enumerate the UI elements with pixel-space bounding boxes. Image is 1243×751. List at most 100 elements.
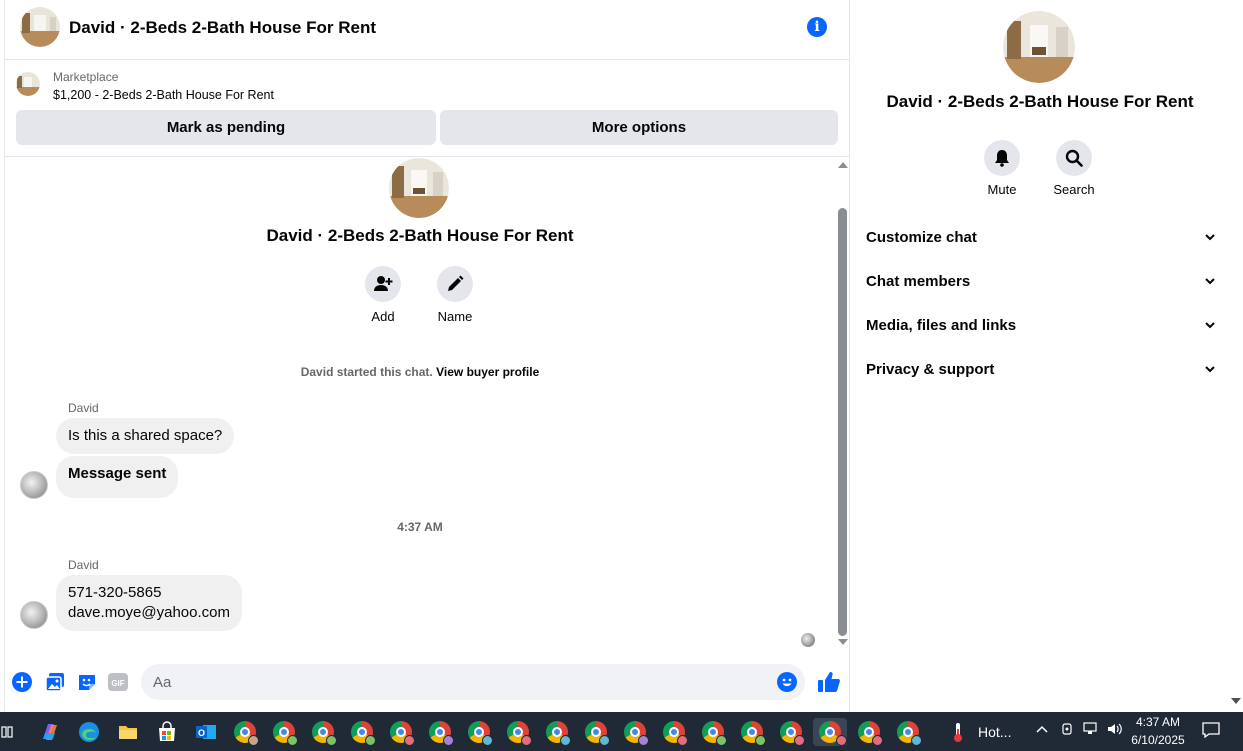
windows-taskbar: O Hot... 4:37 AM 6/10/2025 [0, 712, 1243, 751]
details-title: David · 2-Beds 2-Bath House For Rent [886, 92, 1194, 111]
name-chat-action[interactable]: Name [419, 266, 491, 324]
network-icon[interactable] [1083, 722, 1099, 739]
chevron-up-icon[interactable] [1035, 722, 1049, 739]
details-avatar [1003, 11, 1075, 83]
scroll-up-arrow-icon[interactable] [838, 162, 848, 168]
chrome-profile-icon[interactable] [504, 718, 532, 746]
scrollbar-thumb[interactable] [838, 208, 847, 636]
volume-icon[interactable] [1107, 722, 1123, 739]
pencil-icon [437, 266, 473, 302]
chevron-down-icon [1205, 278, 1215, 285]
thermometer-icon[interactable] [944, 718, 972, 746]
meet-icon[interactable] [1060, 722, 1074, 739]
section-label: Privacy & support [866, 360, 995, 378]
mark-as-pending-button[interactable]: Mark as pending [16, 110, 436, 145]
svg-text:O: O [198, 728, 205, 738]
chrome-profile-icon[interactable] [582, 718, 610, 746]
chrome-profile-icon[interactable] [426, 718, 454, 746]
chrome-profile-icon[interactable] [699, 718, 727, 746]
chrome-profile-icon[interactable] [621, 718, 649, 746]
task-view-icon[interactable] [0, 718, 22, 746]
chrome-profile-icon[interactable] [855, 718, 883, 746]
chevron-down-icon [1205, 366, 1215, 373]
profile-badge [677, 735, 688, 746]
more-options-button[interactable]: More options [440, 110, 838, 145]
chat-members-section[interactable]: Chat members [866, 259, 1216, 303]
profile-badge [521, 735, 532, 746]
sender-avatar[interactable] [20, 471, 48, 499]
message-scrollbar[interactable] [835, 158, 850, 650]
mute-label: Mute [987, 182, 1017, 197]
profile-badge [560, 735, 571, 746]
listing-avatar[interactable] [20, 7, 60, 47]
sender-avatar[interactable] [20, 601, 48, 629]
profile-badge [326, 735, 337, 746]
chrome-profile-icon[interactable] [387, 718, 415, 746]
chrome-profile-icon[interactable] [660, 718, 688, 746]
microsoft-store-icon[interactable] [153, 718, 181, 746]
chrome-profile-icon[interactable] [465, 718, 493, 746]
profile-badge [404, 735, 415, 746]
mute-action[interactable]: Mute [966, 140, 1038, 197]
add-label: Add [371, 309, 395, 324]
chrome-profile-icon[interactable] [348, 718, 376, 746]
chrome-profile-icon[interactable] [894, 718, 922, 746]
outlook-icon[interactable]: O [192, 718, 220, 746]
add-people-action[interactable]: Add [347, 266, 419, 324]
clock-date[interactable]: 6/10/2025 [1128, 733, 1188, 747]
chat-header: David · 2-Beds 2-Bath House For Rent i [5, 0, 850, 60]
copilot-icon[interactable] [36, 718, 64, 746]
conversation-title: David · 2-Beds 2-Bath House For Rent [69, 18, 376, 37]
search-label: Search [1053, 182, 1095, 197]
chrome-profile-icon[interactable] [543, 718, 571, 746]
view-buyer-profile-link[interactable]: View buyer profile [436, 365, 539, 379]
chrome-profile-icon[interactable] [231, 718, 259, 746]
edge-browser-icon[interactable] [75, 718, 103, 746]
clock-time[interactable]: 4:37 AM [1128, 715, 1188, 729]
notifications-icon[interactable] [1202, 722, 1220, 741]
profile-badge [443, 735, 454, 746]
marketplace-label: Marketplace [53, 70, 119, 84]
message-bubble[interactable]: Is this a shared space? [56, 418, 235, 454]
sticker-icon[interactable] [77, 672, 97, 692]
chrome-profile-icon[interactable] [309, 718, 337, 746]
customize-chat-section[interactable]: Customize chat [866, 215, 1216, 259]
message-input[interactable] [141, 664, 805, 700]
marketplace-bar: Marketplace $1,200 - 2-Beds 2-Bath House… [5, 60, 850, 157]
section-label: Chat members [866, 272, 971, 290]
read-receipt-avatar [801, 633, 815, 647]
chrome-profile-icon[interactable] [777, 718, 805, 746]
gif-icon[interactable]: GIF [108, 672, 128, 692]
conversation-avatar [389, 158, 449, 218]
photo-icon[interactable] [45, 672, 65, 692]
bell-icon [984, 140, 1020, 176]
listing-thumbnail[interactable] [16, 72, 40, 96]
message-list: David · 2-Beds 2-Bath House For Rent Add… [5, 158, 835, 658]
chevron-down-icon [1205, 322, 1215, 329]
media-files-links-section[interactable]: Media, files and links [866, 303, 1216, 347]
file-explorer-icon[interactable] [114, 718, 142, 746]
thumbs-up-icon[interactable] [817, 670, 841, 694]
chrome-profile-icon[interactable] [738, 718, 766, 746]
weather-widget[interactable]: Hot... [978, 724, 1011, 740]
message-bubble[interactable]: Message sent [56, 456, 179, 498]
plus-icon[interactable] [12, 672, 32, 692]
chrome-profile-icon[interactable] [813, 718, 847, 746]
info-icon[interactable]: i [807, 17, 827, 37]
privacy-support-section[interactable]: Privacy & support [866, 347, 1216, 391]
chrome-profile-icon[interactable] [270, 718, 298, 746]
search-action[interactable]: Search [1038, 140, 1110, 197]
message-timestamp: 4:37 AM [397, 520, 443, 534]
message-bubble[interactable]: 571-320-5865 dave.moye@yahoo.com [56, 575, 242, 631]
listing-summary[interactable]: $1,200 - 2-Beds 2-Bath House For Rent [53, 88, 274, 102]
gif-label: GIF [111, 679, 124, 688]
page-scrollbar[interactable] [1229, 0, 1243, 712]
profile-badge [248, 735, 259, 746]
scroll-down-arrow-icon[interactable] [838, 639, 848, 645]
profile-badge [755, 735, 766, 746]
scroll-down-arrow-icon[interactable] [1231, 698, 1241, 704]
sender-name: David [68, 401, 99, 415]
email-text: dave.moye@yahoo.com [68, 604, 230, 621]
emoji-icon[interactable] [777, 672, 797, 692]
profile-badge [716, 735, 727, 746]
